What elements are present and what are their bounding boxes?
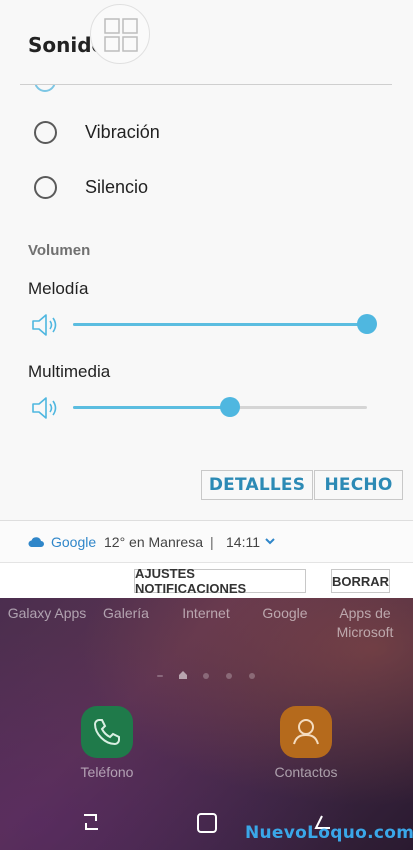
speaker-icon[interactable] [31,395,61,421]
details-button[interactable]: DETALLES [201,470,313,500]
page-dot [157,675,163,677]
app-internet[interactable]: Internet [166,604,246,623]
notification-app-name: Google [51,534,97,550]
clear-notifications-button[interactable]: BORRAR [331,569,390,593]
app-gallery[interactable]: Galería [86,604,166,623]
contacts-app-label[interactable]: Contactos [261,764,351,780]
speaker-icon[interactable] [31,312,61,338]
notification-settings-button[interactable]: AJUSTES NOTIFICACIONES [134,566,306,596]
notification-weather: 12° en Manresa [104,534,203,550]
page-dot [203,673,209,679]
notification-time: 14:11 [226,534,260,550]
notification-actions: AJUSTES NOTIFICACIONES BORRAR [0,562,413,598]
media-slider-thumb[interactable] [220,397,241,417]
sound-panel: Sonido Vibración Silencio Volumen Melodí… [0,0,413,520]
contacts-icon [293,719,319,745]
recent-apps-icon[interactable] [80,812,102,832]
home-page-icon [179,671,187,679]
page-dot [226,673,232,679]
notification-separator: | [210,534,214,550]
header-divider [20,84,392,85]
google-notification[interactable]: Google 12° en Manresa | 14:11 [0,520,413,562]
grid-icon [104,18,138,52]
phone-app-label[interactable]: Teléfono [62,764,152,780]
page-dot [249,673,255,679]
app-galaxy-apps[interactable]: Galaxy Apps [7,604,87,623]
phone-icon [93,719,120,746]
phone-app-icon[interactable] [81,706,133,758]
chevron-down-icon[interactable] [264,535,276,547]
done-button[interactable]: HECHO [314,470,403,500]
vibration-radio[interactable] [34,121,57,144]
ringtone-slider[interactable] [73,314,377,334]
option-silent[interactable]: Silencio [0,165,413,209]
media-slider[interactable] [73,397,367,417]
page-indicator[interactable] [0,670,413,682]
panel-header: Sonido [0,0,413,84]
option-vibration[interactable]: Vibración [0,110,413,154]
vibration-label: Vibración [85,122,160,142]
cloud-icon [28,537,44,547]
silent-label: Silencio [85,177,149,197]
app-microsoft[interactable]: Apps de Microsoft [325,604,405,642]
silent-radio[interactable] [34,176,57,199]
ringtone-label: Melodía [28,279,89,298]
home-screen: Galaxy Apps Galería Internet Google Apps… [0,598,413,850]
contacts-app-icon[interactable] [280,706,332,758]
ringtone-slider-thumb[interactable] [357,314,377,334]
volume-section-title: Volumen [28,242,91,259]
media-label: Multimedia [28,362,111,381]
media-slider-fill [73,406,231,409]
watermark: NuevoLoquo.com [245,823,413,843]
home-button-icon[interactable] [196,812,218,834]
app-google[interactable]: Google [245,604,325,623]
ringtone-slider-fill [73,323,367,326]
grid-view-button[interactable] [90,4,150,64]
